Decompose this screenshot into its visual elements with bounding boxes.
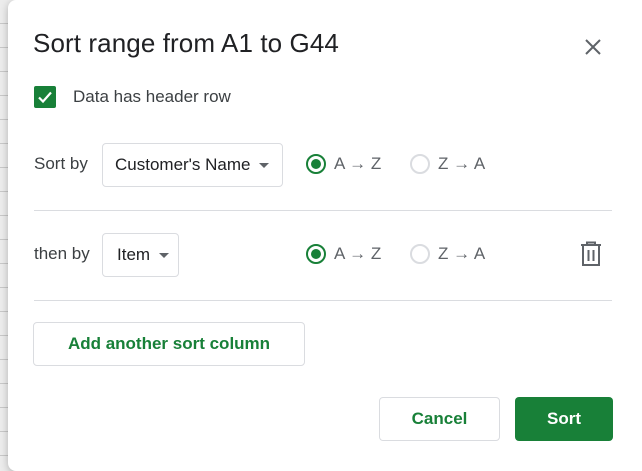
chevron-down-icon (258, 162, 269, 168)
then-by-descending-radio[interactable]: Z → A (410, 244, 485, 264)
then-by-label: then by (34, 244, 90, 263)
sort-by-ascending-radio[interactable]: A → Z (306, 154, 381, 174)
cancel-button[interactable]: Cancel (379, 397, 500, 441)
radio-unselected-icon (410, 154, 430, 174)
then-by-row: then by Item A → Z Z → A (34, 233, 612, 279)
then-by-column-select[interactable]: Item (102, 233, 179, 277)
radio-selected-icon (306, 154, 326, 174)
add-sort-column-button[interactable]: Add another sort column (33, 322, 305, 366)
sort-by-column-value: Customer's Name (115, 155, 251, 174)
checkmark-icon (38, 91, 52, 104)
then-by-ascending-radio[interactable]: A → Z (306, 244, 381, 264)
chevron-down-icon (159, 252, 170, 258)
sort-range-dialog: Sort range from A1 to G44 Data has heade… (8, 0, 642, 471)
divider (34, 300, 612, 301)
divider (34, 210, 612, 211)
radio-selected-icon (306, 244, 326, 264)
dialog-title: Sort range from A1 to G44 (33, 28, 339, 58)
trash-icon (581, 241, 601, 266)
close-icon (585, 39, 601, 55)
header-row-option: Data has header row (34, 85, 231, 109)
sort-by-ascending-label: A → Z (334, 154, 382, 173)
close-button[interactable] (582, 36, 604, 58)
sort-button[interactable]: Sort (515, 397, 613, 441)
radio-unselected-icon (410, 244, 430, 264)
delete-sort-column-button[interactable] (579, 241, 603, 267)
sort-by-row: Sort by Customer's Name A → Z Z → A (34, 143, 612, 189)
then-by-descending-label: Z → A (438, 244, 486, 263)
header-row-checkbox[interactable] (34, 86, 56, 108)
sort-by-descending-label: Z → A (438, 154, 486, 173)
sort-by-label: Sort by (34, 154, 88, 173)
sort-by-descending-radio[interactable]: Z → A (410, 154, 485, 174)
sort-by-column-select[interactable]: Customer's Name (102, 143, 283, 187)
then-by-ascending-label: A → Z (334, 244, 382, 263)
then-by-column-value: Item (117, 245, 151, 264)
header-row-label: Data has header row (73, 87, 231, 106)
